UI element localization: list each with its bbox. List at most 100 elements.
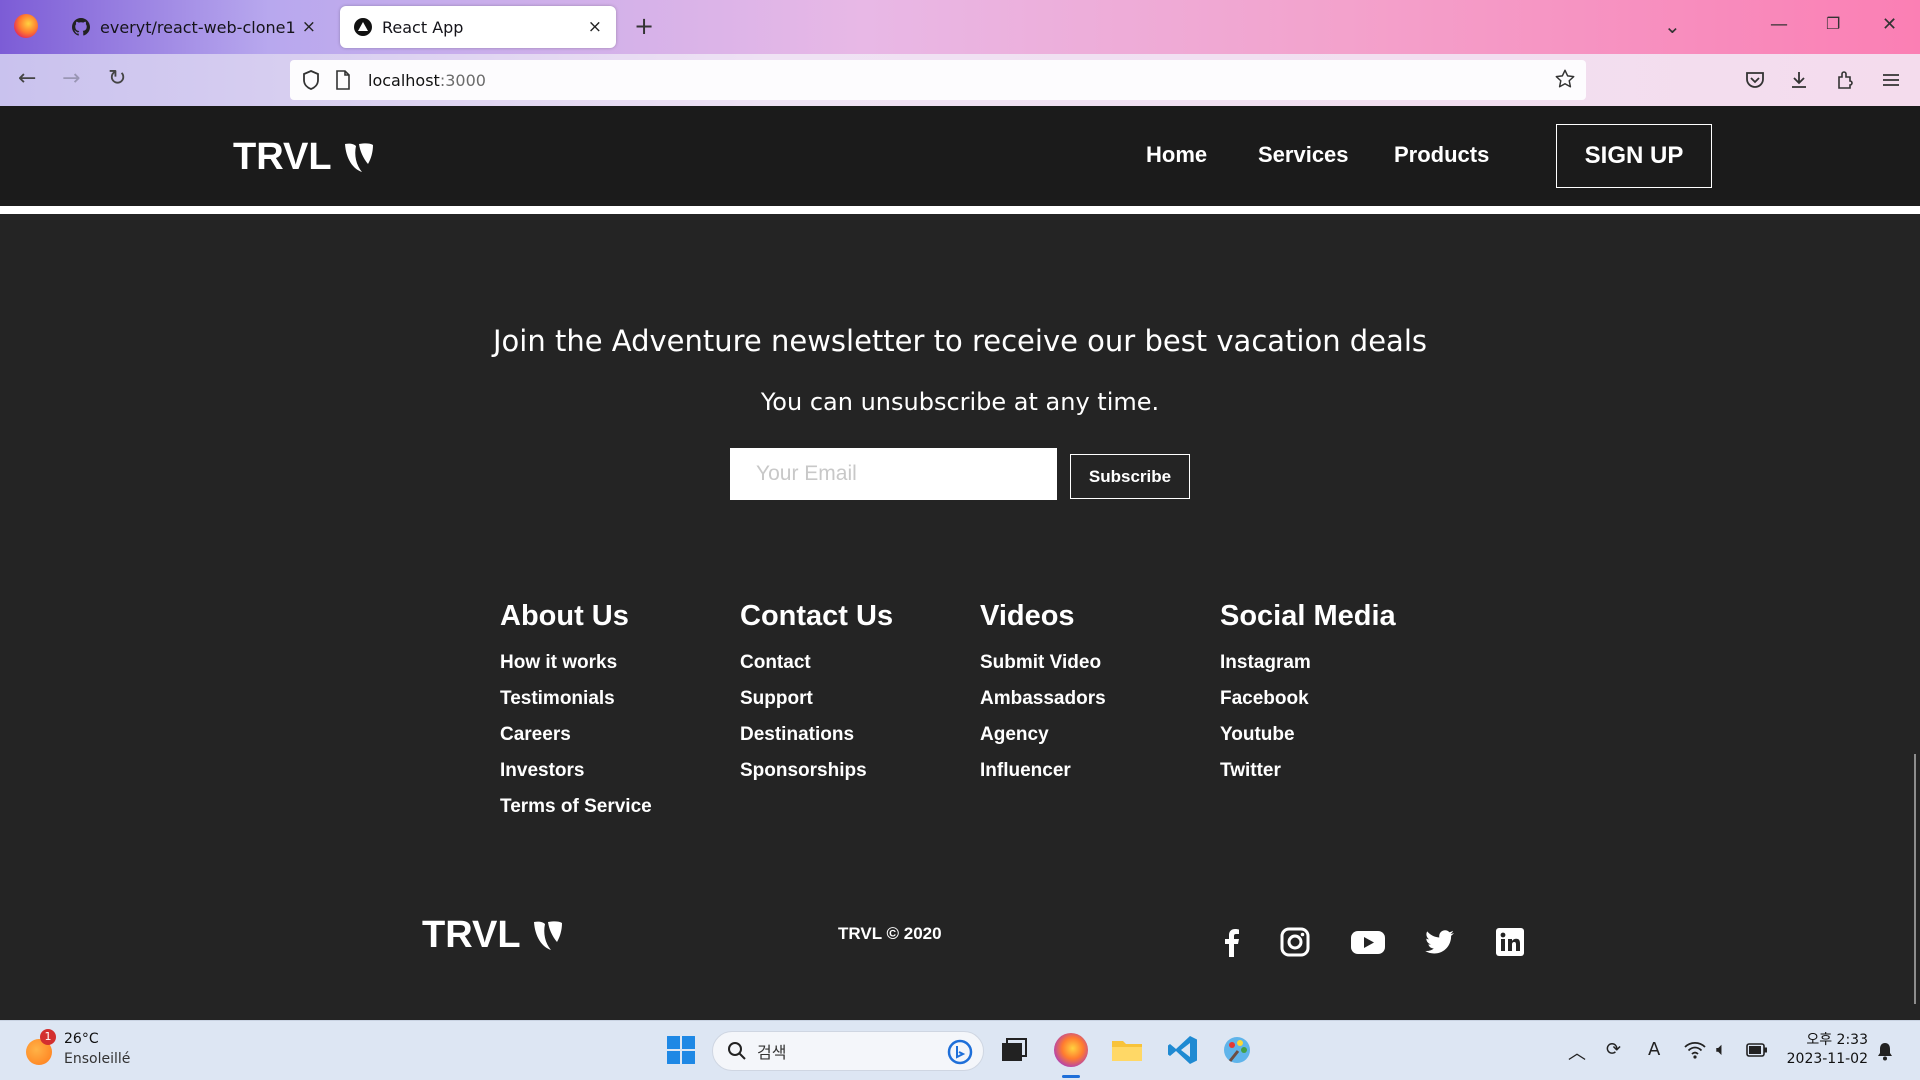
file-explorer-icon[interactable] (1110, 1033, 1144, 1067)
windows-start-icon[interactable] (666, 1035, 696, 1065)
footer-link[interactable]: Support (740, 687, 970, 723)
active-indicator (1062, 1075, 1080, 1078)
browser-tab-bar: everyt/react-web-clone1 × React App × + … (0, 0, 1920, 54)
notification-bell-icon[interactable] (1876, 1041, 1894, 1061)
close-window-icon[interactable]: ✕ (1882, 14, 1897, 35)
linkedin-icon[interactable] (1494, 926, 1526, 958)
footer-link[interactable]: Careers (500, 723, 730, 759)
typo3-logo-icon (344, 142, 373, 172)
paint-icon[interactable] (1220, 1033, 1254, 1067)
vscode-icon[interactable] (1166, 1033, 1200, 1067)
footer-link[interactable]: Destinations (740, 723, 970, 759)
footer-column-contact: Contact Us Contact Support Destinations … (740, 600, 970, 795)
pocket-icon[interactable] (1744, 69, 1766, 91)
copyright-text: TRVL © 2020 (838, 924, 942, 943)
input-method-icon[interactable]: A (1648, 1039, 1660, 1060)
url-host: localhost (368, 70, 440, 90)
minimize-icon[interactable]: — (1770, 14, 1788, 35)
brand-text: TRVL (422, 914, 521, 956)
react-app-icon (354, 18, 372, 36)
site-navbar: TRVL Home Services Products SIGN UP (0, 106, 1920, 206)
youtube-icon[interactable] (1350, 926, 1386, 958)
column-heading: Videos (980, 600, 1075, 632)
typo3-logo-icon (533, 920, 562, 950)
footer-link[interactable]: Investors (500, 759, 730, 795)
bing-icon[interactable] (947, 1039, 973, 1065)
footer-link[interactable]: Youtube (1220, 723, 1450, 759)
url-port: :3000 (439, 70, 486, 90)
close-tab-button[interactable]: × (588, 17, 602, 37)
footer-column-social: Social Media Instagram Facebook Youtube … (1220, 600, 1450, 795)
forward-icon[interactable]: → (62, 66, 80, 91)
search-icon (728, 1042, 746, 1060)
nav-products-link[interactable]: Products (1394, 142, 1489, 168)
nav-services-link[interactable]: Services (1258, 142, 1349, 168)
tab-github[interactable]: everyt/react-web-clone1 × (58, 6, 330, 48)
column-heading: Social Media (1220, 600, 1396, 632)
footer-link[interactable]: Submit Video (980, 651, 1210, 687)
nav-home-link[interactable]: Home (1146, 142, 1207, 168)
footer-logo[interactable]: TRVL (422, 914, 565, 957)
column-heading: Contact Us (740, 600, 894, 632)
menu-icon[interactable] (1880, 69, 1902, 91)
search-placeholder: 검색 (757, 1043, 787, 1062)
navbar-logo[interactable]: TRVL (233, 136, 376, 179)
battery-icon[interactable] (1746, 1043, 1768, 1057)
close-tab-button[interactable]: × (302, 17, 316, 37)
footer-link[interactable]: Terms of Service (500, 795, 730, 831)
wifi-icon[interactable] (1684, 1041, 1706, 1059)
divider (0, 206, 1920, 214)
clock-time[interactable]: 오후 2:33 (1798, 1029, 1868, 1049)
footer: Join the Adventure newsletter to receive… (0, 214, 1920, 1020)
newsletter-heading: Join the Adventure newsletter to receive… (493, 324, 1427, 358)
firefox-icon[interactable] (14, 14, 38, 38)
footer-link[interactable]: Twitter (1220, 759, 1450, 795)
back-icon[interactable]: ← (18, 66, 36, 91)
sync-icon[interactable]: ⟳ (1606, 1039, 1621, 1060)
new-tab-button[interactable]: + (634, 12, 654, 40)
volume-icon[interactable]: 🔈︎ (1716, 1039, 1727, 1060)
facebook-icon[interactable] (1216, 926, 1248, 958)
restore-icon[interactable]: ❐ (1826, 14, 1840, 33)
footer-link[interactable]: Instagram (1220, 651, 1450, 687)
list-all-tabs-button[interactable]: ⌄ (1664, 14, 1681, 38)
extensions-icon[interactable] (1834, 69, 1856, 91)
reload-icon[interactable]: ↻ (108, 66, 126, 91)
weather-temperature[interactable]: 26°C (64, 1031, 99, 1047)
footer-link[interactable]: How it works (500, 651, 730, 687)
clock-date[interactable]: 2023-11-02 (1782, 1051, 1868, 1067)
brand-text: TRVL (233, 136, 332, 178)
signup-button[interactable]: SIGN UP (1556, 124, 1712, 188)
firefox-taskbar-icon[interactable] (1054, 1033, 1088, 1067)
column-heading: About Us (500, 600, 629, 632)
shield-icon[interactable] (300, 69, 322, 91)
footer-link[interactable]: Facebook (1220, 687, 1450, 723)
footer-link[interactable]: Influencer (980, 759, 1210, 795)
taskbar-search[interactable]: 검색 (712, 1031, 984, 1071)
weather-description[interactable]: Ensoleillé (64, 1051, 130, 1067)
email-input[interactable] (730, 448, 1057, 500)
url-bar[interactable]: localhost:3000 (290, 60, 1586, 100)
windows-taskbar: 1 26°C Ensoleillé 검색 ︿ ⟳ A 🔈︎ 오후 2:33 20… (0, 1020, 1920, 1080)
footer-link[interactable]: Contact (740, 651, 970, 687)
newsletter-subtitle: You can unsubscribe at any time. (760, 388, 1160, 416)
footer-link[interactable]: Agency (980, 723, 1210, 759)
bookmark-star-icon[interactable] (1554, 68, 1576, 90)
page-info-icon[interactable] (334, 70, 352, 90)
task-view-icon[interactable] (1000, 1036, 1028, 1064)
github-icon (72, 18, 90, 36)
tab-title: React App (382, 17, 464, 37)
instagram-icon[interactable] (1279, 926, 1311, 958)
tab-react-app[interactable]: React App × (340, 6, 616, 48)
twitter-icon[interactable] (1424, 926, 1456, 958)
notification-badge: 1 (40, 1029, 56, 1045)
url-text[interactable]: localhost:3000 (368, 71, 486, 90)
footer-link[interactable]: Ambassadors (980, 687, 1210, 723)
show-hidden-icons[interactable]: ︿ (1568, 1039, 1586, 1065)
subscribe-button[interactable]: Subscribe (1070, 454, 1190, 499)
browser-nav-bar: ← → ↻ localhost:3000 (0, 54, 1920, 106)
footer-link[interactable]: Testimonials (500, 687, 730, 723)
footer-link[interactable]: Sponsorships (740, 759, 970, 795)
downloads-icon[interactable] (1788, 69, 1810, 91)
page-scrollbar[interactable] (1914, 754, 1916, 1004)
